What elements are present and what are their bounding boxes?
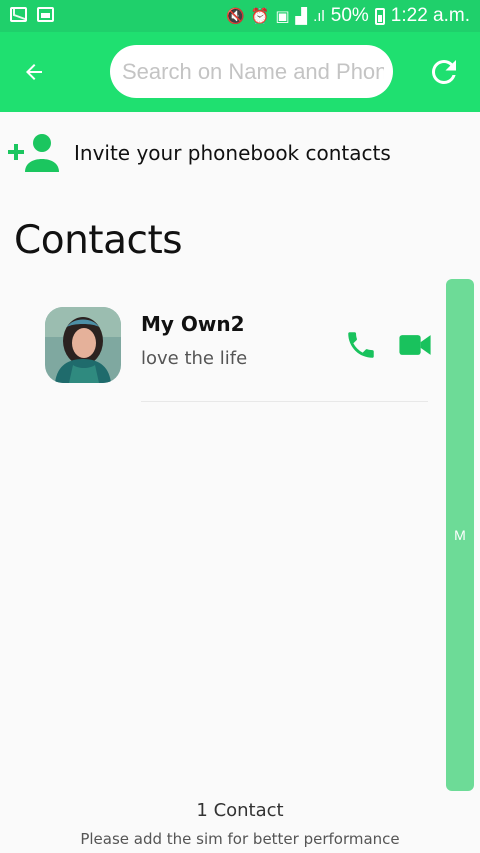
index-letter[interactable]: M — [446, 527, 474, 543]
contact-name: My Own2 — [141, 312, 245, 336]
mail-notification-icon — [10, 7, 27, 22]
page-title: Contacts — [14, 218, 183, 263]
alarm-icon: ⏰ — [250, 8, 270, 25]
status-bar: 🔇 ⏰ ▣ ▟ .ıl 50% 1:22 a.m. — [0, 0, 480, 32]
app-bar — [0, 32, 480, 112]
invite-contacts-row[interactable]: Invite your phonebook contacts — [0, 125, 480, 181]
avatar-photo — [45, 307, 121, 383]
battery-charging-icon — [374, 7, 385, 25]
system-icons: 🔇 ⏰ ▣ ▟ .ıl 50% 1:22 a.m. — [226, 5, 470, 27]
back-button[interactable] — [16, 54, 52, 90]
contact-status: love the life — [141, 348, 248, 369]
search-box[interactable] — [110, 45, 393, 98]
phone-icon[interactable] — [344, 328, 378, 362]
invite-label: Invite your phonebook contacts — [74, 141, 391, 165]
notification-icons — [10, 7, 54, 22]
image-notification-icon — [37, 7, 54, 22]
signal-bars-icon: .ıl — [313, 7, 325, 25]
search-input[interactable] — [122, 45, 384, 98]
video-camera-icon[interactable] — [398, 330, 432, 360]
mute-icon: 🔇 — [225, 8, 245, 25]
clock: 1:22 a.m. — [390, 5, 470, 26]
divider — [141, 401, 428, 402]
battery-percent: 50% — [330, 5, 369, 26]
sim-hint: Please add the sim for better performanc… — [80, 830, 400, 848]
refresh-icon — [431, 59, 456, 84]
alphabet-index-scrollbar[interactable]: M — [446, 279, 474, 791]
signal-icon: ▟ — [295, 8, 308, 25]
add-person-icon — [8, 134, 59, 172]
refresh-button[interactable] — [424, 52, 464, 92]
sim-icon: ▣ — [275, 8, 290, 25]
contact-count: 1 Contact — [196, 800, 284, 821]
arrow-left-icon — [26, 64, 42, 80]
avatar[interactable] — [45, 307, 121, 383]
contact-list-item[interactable]: My Own2 love the life — [0, 300, 440, 404]
